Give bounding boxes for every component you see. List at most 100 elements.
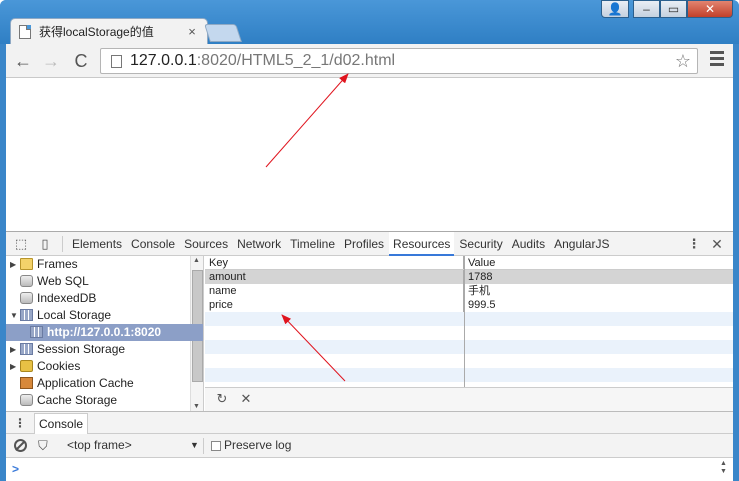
browser-toolbar: ← → C 127.0.0.1:8020/HTML5_2_1/d02.html … xyxy=(6,44,733,78)
tab-resources[interactable]: Resources xyxy=(389,232,455,256)
sidebar-item-label: Web SQL xyxy=(37,274,89,288)
title-bar: 获得localStorage的值 × 👤 – ▭ ✕ xyxy=(0,0,739,44)
console-input[interactable]: > ▲ ▼ xyxy=(6,458,733,481)
cell-value[interactable]: 999.5 xyxy=(464,298,733,312)
column-header-value[interactable]: Value xyxy=(464,256,733,269)
cookie-icon xyxy=(20,360,33,372)
sidebar-item-indexeddb[interactable]: IndexedDB xyxy=(6,290,203,307)
column-header-key[interactable]: Key xyxy=(205,256,464,269)
empty-grid-row xyxy=(205,368,733,382)
bookmark-star-icon[interactable]: ☆ xyxy=(675,51,691,71)
chevron-down-icon[interactable]: ▼ xyxy=(190,440,199,450)
address-bar[interactable]: 127.0.0.1:8020/HTML5_2_1/d02.html ☆ xyxy=(100,48,698,74)
console-scroll-icon[interactable]: ▲ ▼ xyxy=(720,460,727,476)
more-options-icon[interactable]: ⋮ xyxy=(686,236,702,252)
tab-console[interactable]: Console xyxy=(127,232,179,256)
url-text[interactable]: 127.0.0.1:8020/HTML5_2_1/d02.html xyxy=(130,52,395,70)
drawer-menu-icon[interactable]: ⋮ xyxy=(14,416,26,430)
sidebar-item-label: IndexedDB xyxy=(37,291,97,305)
sidebar-item-local-storage[interactable]: ▼ Local Storage xyxy=(6,307,203,324)
storage-grid-icon xyxy=(20,309,33,321)
tab-audits[interactable]: Audits xyxy=(508,232,549,256)
cell-key[interactable]: name xyxy=(205,284,464,298)
url-path: :8020/HTML5_2_1/d02.html xyxy=(196,52,396,69)
cell-value[interactable]: 手机 xyxy=(464,284,733,298)
tab-close-icon[interactable]: × xyxy=(185,24,199,39)
user-profile-button[interactable]: 👤 xyxy=(601,0,629,18)
cell-value[interactable]: 1788 xyxy=(464,270,733,284)
sidebar-item-label: Frames xyxy=(37,257,78,271)
database-icon xyxy=(20,394,33,406)
empty-grid-row xyxy=(205,354,733,368)
back-button[interactable]: ← xyxy=(12,50,34,72)
preserve-log-label[interactable]: Preserve log xyxy=(224,438,291,452)
sidebar-item-frames[interactable]: ▶ Frames xyxy=(6,256,203,273)
chevron-right-icon[interactable]: ▶ xyxy=(10,341,16,358)
tab-console[interactable]: Console xyxy=(34,413,89,434)
clear-console-icon[interactable] xyxy=(14,439,27,452)
page-icon xyxy=(19,24,31,39)
maximize-button[interactable]: ▭ xyxy=(660,0,687,18)
grid-body: amount 1788 name 手机 price 999.5 xyxy=(205,270,733,387)
sidebar-item-http-127-0-0-1-8020[interactable]: http://127.0.0.1:8020 xyxy=(6,324,203,341)
table-row[interactable]: amount 1788 xyxy=(205,270,733,284)
devtools-tabs: Elements Console Sources Network Timeline Pro… xyxy=(68,232,614,256)
chevron-right-icon[interactable]: ▶ xyxy=(10,358,16,375)
window-close-button[interactable]: ✕ xyxy=(687,0,733,18)
refresh-icon[interactable]: ↻ xyxy=(215,392,229,406)
page-content xyxy=(6,78,733,231)
console-toolbar: ⛉ <top frame> ▼ Preserve log xyxy=(6,434,733,458)
browser-tab[interactable]: 获得localStorage的值 × xyxy=(10,18,208,44)
resources-sidebar: ▲ ▼ ▶ Frames Web SQL IndexedDB ▼ Local Storag… xyxy=(6,256,204,411)
sidebar-item-application-cache[interactable]: Application Cache xyxy=(6,375,203,392)
chrome-menu-icon[interactable] xyxy=(710,51,724,71)
divider xyxy=(62,236,63,252)
sidebar-item-session-storage[interactable]: ▶ Session Storage xyxy=(6,341,203,358)
sidebar-item-label: Application Cache xyxy=(37,376,134,390)
devtools-close-icon[interactable]: ✕ xyxy=(709,236,725,252)
page-icon xyxy=(111,54,122,68)
tab-title: 获得localStorage的值 xyxy=(39,25,154,39)
tab-network[interactable]: Network xyxy=(233,232,285,256)
tab-sources[interactable]: Sources xyxy=(180,232,232,256)
empty-grid-row xyxy=(205,326,733,340)
minimize-button[interactable]: – xyxy=(633,0,660,18)
device-mode-icon[interactable]: ▯ xyxy=(37,236,53,252)
sidebar-item-cache-storage[interactable]: Cache Storage xyxy=(6,392,203,409)
frame-select[interactable]: <top frame> xyxy=(67,438,132,452)
column-divider[interactable] xyxy=(464,256,465,387)
folder-icon xyxy=(20,258,33,270)
sidebar-item-label: http://127.0.0.1:8020 xyxy=(47,325,162,339)
chevron-down-icon[interactable]: ▼ xyxy=(10,307,18,324)
cell-key[interactable]: price xyxy=(205,298,464,312)
sidebar-item-label: Session Storage xyxy=(37,342,126,356)
sidebar-item-web-sql[interactable]: Web SQL xyxy=(6,273,203,290)
reload-button[interactable]: C xyxy=(70,50,92,72)
database-icon xyxy=(20,292,33,304)
sidebar-item-label: Cookies xyxy=(37,359,81,373)
devtools-panel: ⬚ ▯ Elements Console Sources Network Timelin… xyxy=(6,231,733,481)
sidebar-item-cookies[interactable]: ▶ Cookies xyxy=(6,358,203,375)
chevron-right-icon[interactable]: ▶ xyxy=(10,256,16,273)
tab-security[interactable]: Security xyxy=(455,232,506,256)
tab-elements[interactable]: Elements xyxy=(68,232,126,256)
table-row[interactable]: name 手机 xyxy=(205,284,733,298)
tab-timeline[interactable]: Timeline xyxy=(286,232,339,256)
forward-button[interactable]: → xyxy=(40,50,62,72)
delete-icon[interactable]: ✕ xyxy=(239,392,253,406)
devtools-tabbar: ⬚ ▯ Elements Console Sources Network Timelin… xyxy=(6,232,733,256)
storage-grid-icon xyxy=(20,343,33,355)
inspect-element-icon[interactable]: ⬚ xyxy=(13,236,29,252)
cell-key[interactable]: amount xyxy=(205,270,464,284)
preserve-log-checkbox[interactable] xyxy=(211,441,221,451)
storage-data-grid: Key Value amount 1788 name 手机 price 999.5 xyxy=(205,256,733,387)
tab-angularjs[interactable]: AngularJS xyxy=(550,232,613,256)
tab-profiles[interactable]: Profiles xyxy=(340,232,388,256)
filter-icon[interactable]: ⛉ xyxy=(38,438,48,454)
table-row[interactable]: price 999.5 xyxy=(205,298,733,312)
drawer-tabbar: ⋮ Console xyxy=(6,411,733,434)
grid-header: Key Value xyxy=(205,256,733,270)
storage-grid-icon xyxy=(30,326,43,338)
new-tab-button[interactable] xyxy=(204,24,242,42)
sidebar-item-label: Local Storage xyxy=(37,308,112,322)
